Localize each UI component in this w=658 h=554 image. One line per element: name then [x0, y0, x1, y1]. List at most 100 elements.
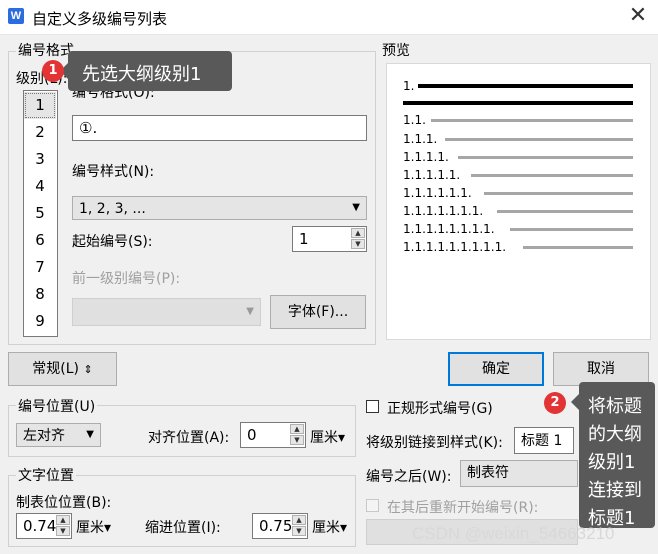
level-item-5[interactable]: 5	[24, 200, 56, 227]
restart-label: 在其后重新开始编号(R):	[387, 500, 539, 516]
spin-down-icon[interactable]: ▼	[351, 239, 365, 249]
annotation-tip-2-pointer	[571, 394, 579, 410]
prev-level-select: ▼	[72, 298, 261, 326]
legal-style-checkbox[interactable]	[366, 400, 379, 413]
annotation-tip-2-line-3: 级别1	[588, 452, 636, 473]
tab-position-input[interactable]: 0.74 ▲ ▼	[16, 513, 72, 539]
spin-up-icon[interactable]: ▲	[56, 515, 70, 525]
preview-row-7: 1.1.1.1.1.1.1.	[403, 204, 484, 218]
number-style-select[interactable]: 1, 2, 3, ... ▼	[72, 196, 367, 220]
normal-toggle-button[interactable]: 常规(L) ⇕	[8, 352, 117, 386]
preview-label: 预览	[382, 43, 410, 59]
start-at-value: 1	[299, 230, 309, 248]
preview-line	[458, 156, 633, 159]
follow-with-label: 编号之后(W):	[366, 469, 452, 485]
expand-icon: ⇕	[83, 363, 93, 376]
spin-up-icon[interactable]: ▲	[351, 228, 365, 238]
follow-with-value: 制表符	[467, 465, 509, 481]
annotation-badge-2: 2	[544, 392, 566, 414]
level-listbox[interactable]: 1 2 3 4 5 6 7 8 9	[23, 90, 58, 337]
preview-row-1: 1.	[403, 79, 415, 93]
spin-up-icon[interactable]: ▲	[292, 515, 306, 525]
indent-input[interactable]: 0.75 ▲ ▼	[252, 513, 308, 539]
align-at-input[interactable]: 0 ▲ ▼	[240, 422, 306, 448]
restart-checkbox	[366, 499, 379, 512]
preview-row-4: 1.1.1.1.	[403, 150, 449, 164]
preview-row-5: 1.1.1.1.1.	[403, 168, 461, 182]
chevron-down-icon: ▼	[86, 429, 94, 440]
indent-unit[interactable]: 厘米▾	[312, 517, 347, 537]
cancel-button[interactable]: 取消	[553, 352, 649, 386]
level-item-4[interactable]: 4	[24, 173, 56, 200]
indent-label: 缩进位置(I):	[145, 520, 221, 536]
link-style-select[interactable]: 标题 1	[514, 427, 574, 454]
unit-label: 厘米	[310, 430, 338, 446]
prev-level-label: 前一级别编号(P):	[72, 271, 181, 287]
level-item-1[interactable]: 1	[24, 92, 56, 119]
spin-down-icon[interactable]: ▼	[56, 526, 70, 536]
legal-style-label: 正规形式编号(G)	[387, 401, 493, 417]
align-at-value: 0	[247, 426, 257, 444]
close-icon[interactable]: ✕	[624, 3, 652, 31]
level-item-9[interactable]: 9	[24, 308, 56, 335]
tab-position-label: 制表位位置(B):	[16, 495, 112, 511]
start-at-label: 起始编号(S):	[72, 234, 153, 250]
preview-line	[523, 246, 633, 249]
preview-line	[445, 138, 633, 141]
dropdown-dash-icon: ▾	[104, 520, 112, 536]
unit-label: 厘米	[76, 520, 104, 536]
indent-value: 0.75	[259, 517, 293, 535]
tab-position-unit[interactable]: 厘米▾	[76, 517, 111, 537]
number-format-legend: 编号格式	[16, 40, 76, 60]
alignment-value: 左对齐	[23, 428, 65, 444]
number-style-value: 1, 2, 3, ...	[79, 201, 146, 217]
preview-line	[484, 192, 633, 195]
annotation-tip-2-line-2: 的大纲	[588, 424, 642, 445]
number-format-input[interactable]: ①.	[72, 115, 367, 141]
preview-row-6: 1.1.1.1.1.1.	[403, 186, 472, 200]
annotation-tip-1-text: 先选大纲级别1	[82, 64, 202, 85]
title-bar: W 自定义多级编号列表 ✕	[0, 0, 658, 35]
preview-panel: 1. 1.1. 1.1.1. 1.1.1.1. 1.1.1.1.1. 1.1.1…	[386, 63, 651, 340]
link-style-value: 标题 1	[521, 433, 563, 449]
annotation-tip-2-line-4: 连接到	[588, 480, 642, 501]
text-position-legend: 文字位置	[16, 465, 76, 485]
level-item-2[interactable]: 2	[24, 119, 56, 146]
preview-line	[471, 174, 633, 177]
dropdown-dash-icon: ▾	[340, 520, 348, 536]
align-at-label: 对齐位置(A):	[148, 430, 230, 446]
preview-line	[403, 101, 633, 105]
unit-label: 厘米	[312, 520, 340, 536]
number-style-label: 编号样式(N):	[72, 164, 155, 180]
preview-row-3: 1.1.1.	[403, 132, 438, 146]
spin-down-icon[interactable]: ▼	[290, 435, 304, 445]
level-item-3[interactable]: 3	[24, 146, 56, 173]
alignment-select[interactable]: 左对齐 ▼	[16, 423, 101, 447]
dialog-title: 自定义多级编号列表	[32, 10, 168, 28]
normal-toggle-label: 常规(L)	[32, 361, 80, 377]
preview-row-9: 1.1.1.1.1.1.1.1.1.	[403, 240, 507, 254]
dropdown-dash-icon: ▾	[338, 430, 346, 446]
spin-up-icon[interactable]: ▲	[290, 424, 304, 434]
level-item-7[interactable]: 7	[24, 254, 56, 281]
preview-line	[431, 119, 633, 122]
preview-row-2: 1.1.	[403, 113, 426, 127]
watermark: CSDN @weixin_54663210	[412, 524, 615, 543]
start-at-input[interactable]: 1 ▲ ▼	[292, 226, 367, 252]
align-at-unit[interactable]: 厘米▾	[310, 427, 345, 447]
level-item-6[interactable]: 6	[24, 227, 56, 254]
chevron-down-icon: ▼	[246, 306, 254, 317]
annotation-badge-1: 1	[42, 60, 64, 82]
chevron-down-icon: ▼	[352, 202, 360, 213]
annotation-tip-2-line-1: 将标题	[588, 396, 642, 417]
link-style-label: 将级别链接到样式(K):	[366, 435, 503, 451]
preview-line	[497, 210, 633, 213]
ok-button[interactable]: 确定	[448, 352, 544, 386]
spin-down-icon[interactable]: ▼	[292, 526, 306, 536]
follow-with-select[interactable]: 制表符	[460, 460, 578, 487]
font-button[interactable]: 字体(F)...	[270, 295, 366, 329]
preview-line	[510, 228, 633, 231]
preview-line	[418, 84, 633, 88]
preview-row-8: 1.1.1.1.1.1.1.1.	[403, 222, 495, 236]
level-item-8[interactable]: 8	[24, 281, 56, 308]
